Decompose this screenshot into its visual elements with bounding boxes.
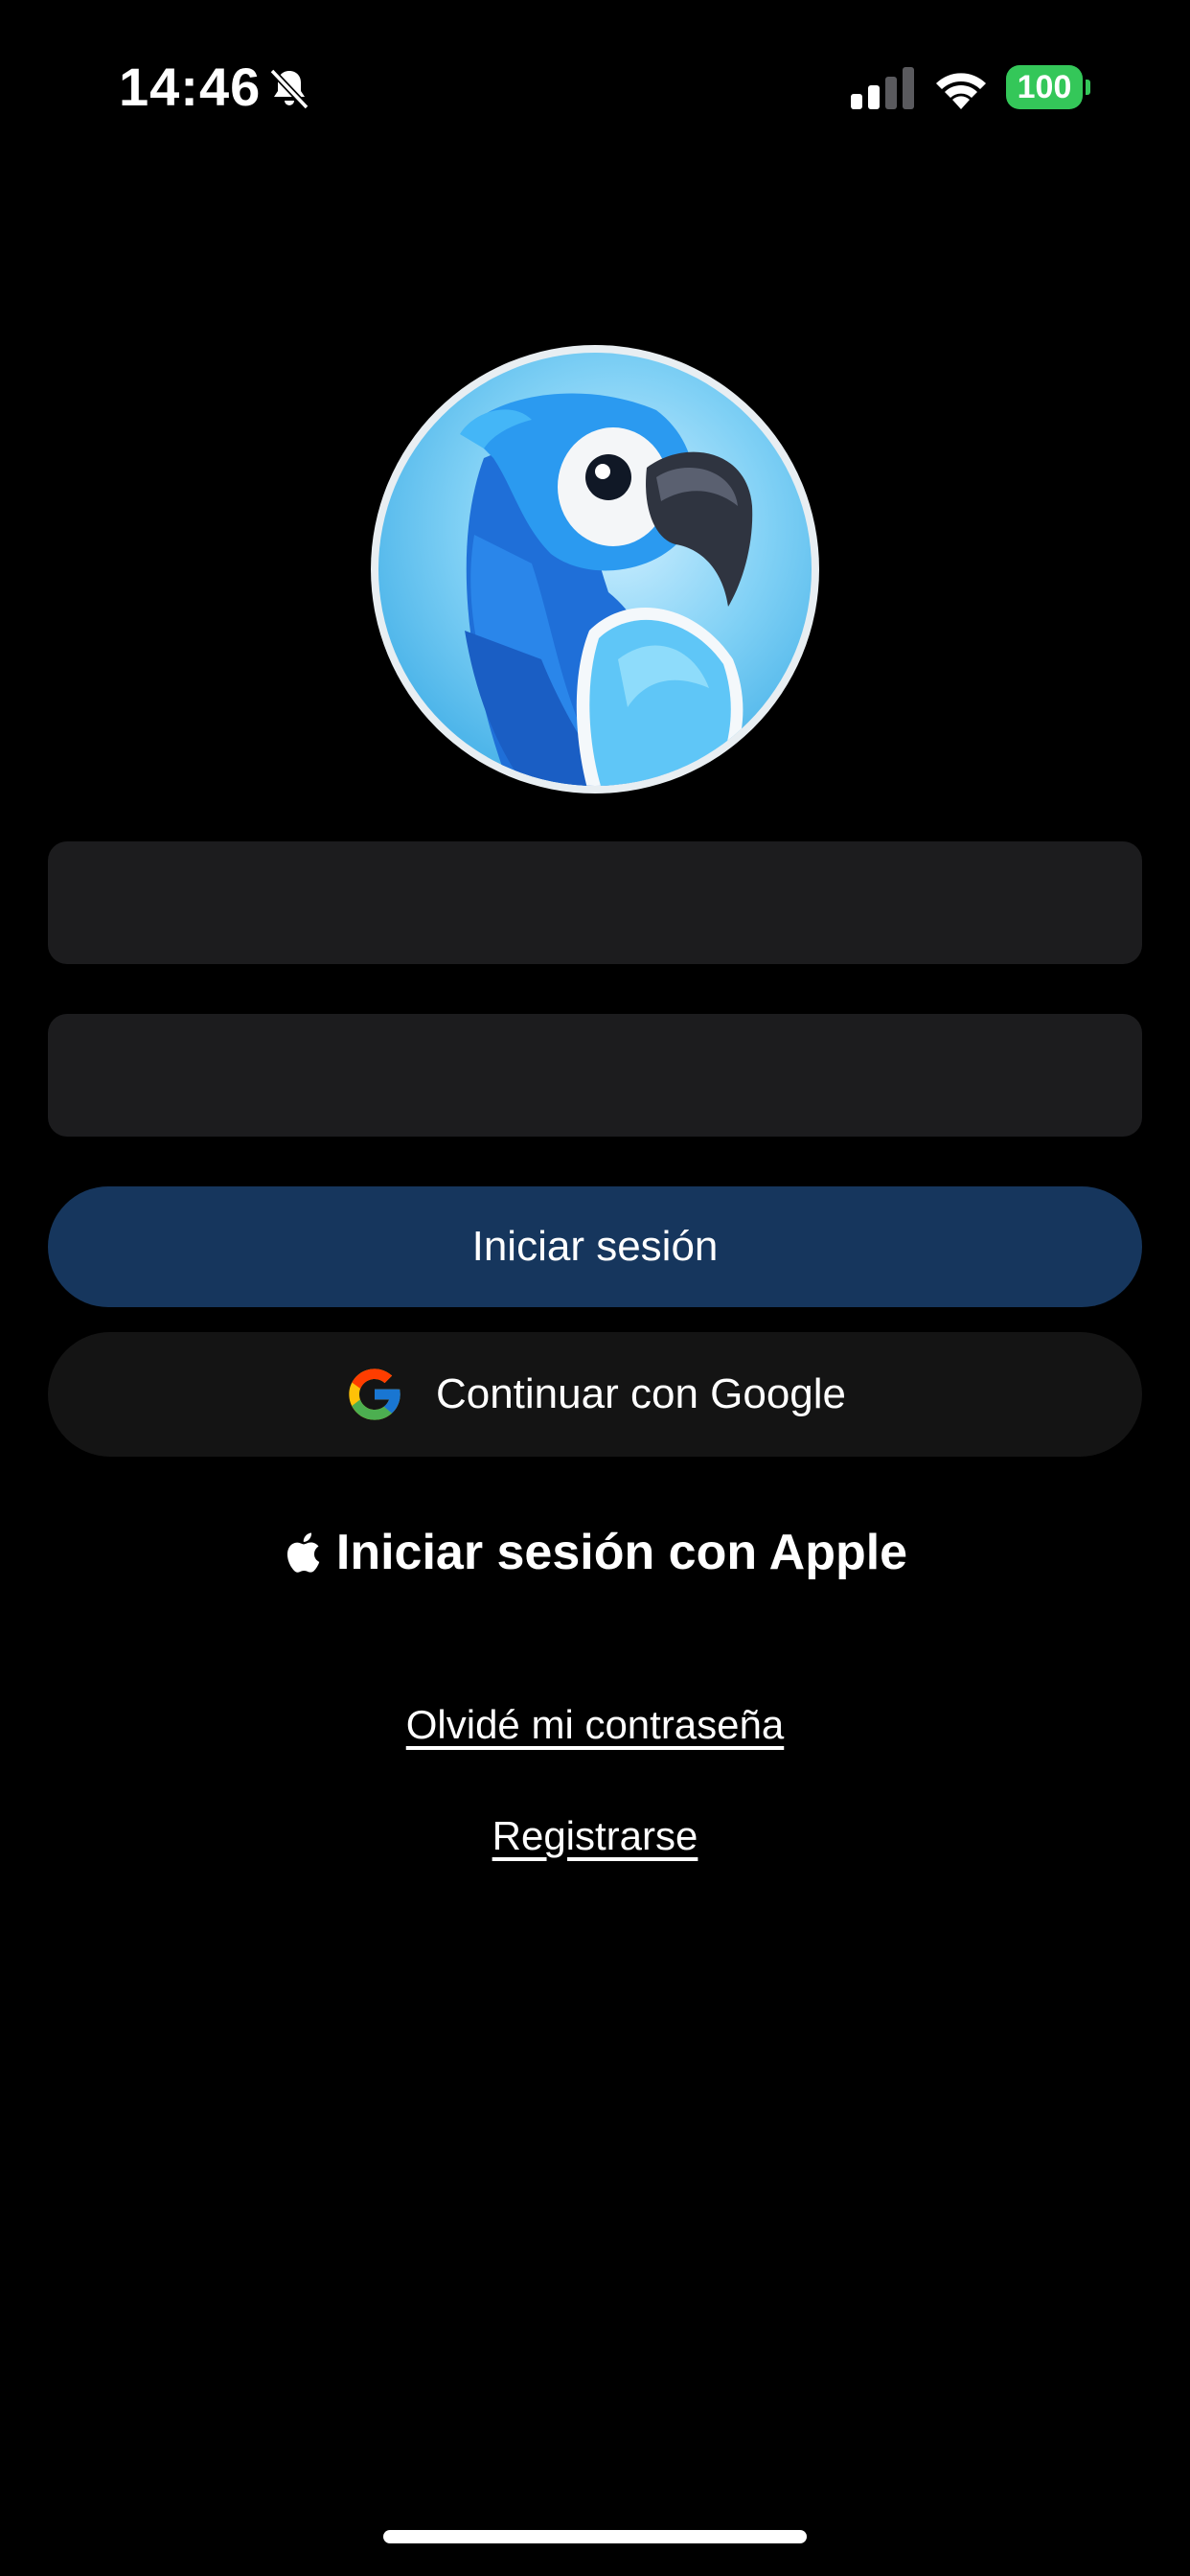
- home-indicator[interactable]: [383, 2530, 807, 2543]
- login-button-label: Iniciar sesión: [471, 1223, 719, 1270]
- google-button-label: Continuar con Google: [435, 1370, 847, 1417]
- cellular-signal-icon: [851, 67, 914, 109]
- login-button[interactable]: Iniciar sesión: [48, 1186, 1142, 1307]
- google-signin-button[interactable]: Continuar con Google: [48, 1332, 1142, 1457]
- register-link[interactable]: Registrarse: [0, 1813, 1190, 1859]
- bell-slash-icon: [269, 68, 309, 110]
- battery-level: 100: [1006, 65, 1083, 109]
- google-icon: [349, 1368, 400, 1420]
- battery-cap: [1086, 80, 1090, 95]
- apple-icon: [286, 1532, 320, 1573]
- apple-signin-button[interactable]: Iniciar sesión con Apple: [48, 1514, 1142, 1591]
- parrot-logo-icon: [371, 345, 819, 794]
- wifi-icon: [936, 73, 986, 109]
- email-input[interactable]: [48, 841, 1142, 964]
- status-bar: 14:46 100: [0, 0, 1190, 172]
- battery-icon: 100: [1006, 65, 1090, 109]
- forgot-password-link[interactable]: Olvidé mi contraseña: [0, 1702, 1190, 1748]
- apple-button-label: Iniciar sesión con Apple: [335, 1525, 908, 1580]
- password-input[interactable]: [48, 1014, 1142, 1137]
- status-time: 14:46: [119, 57, 262, 117]
